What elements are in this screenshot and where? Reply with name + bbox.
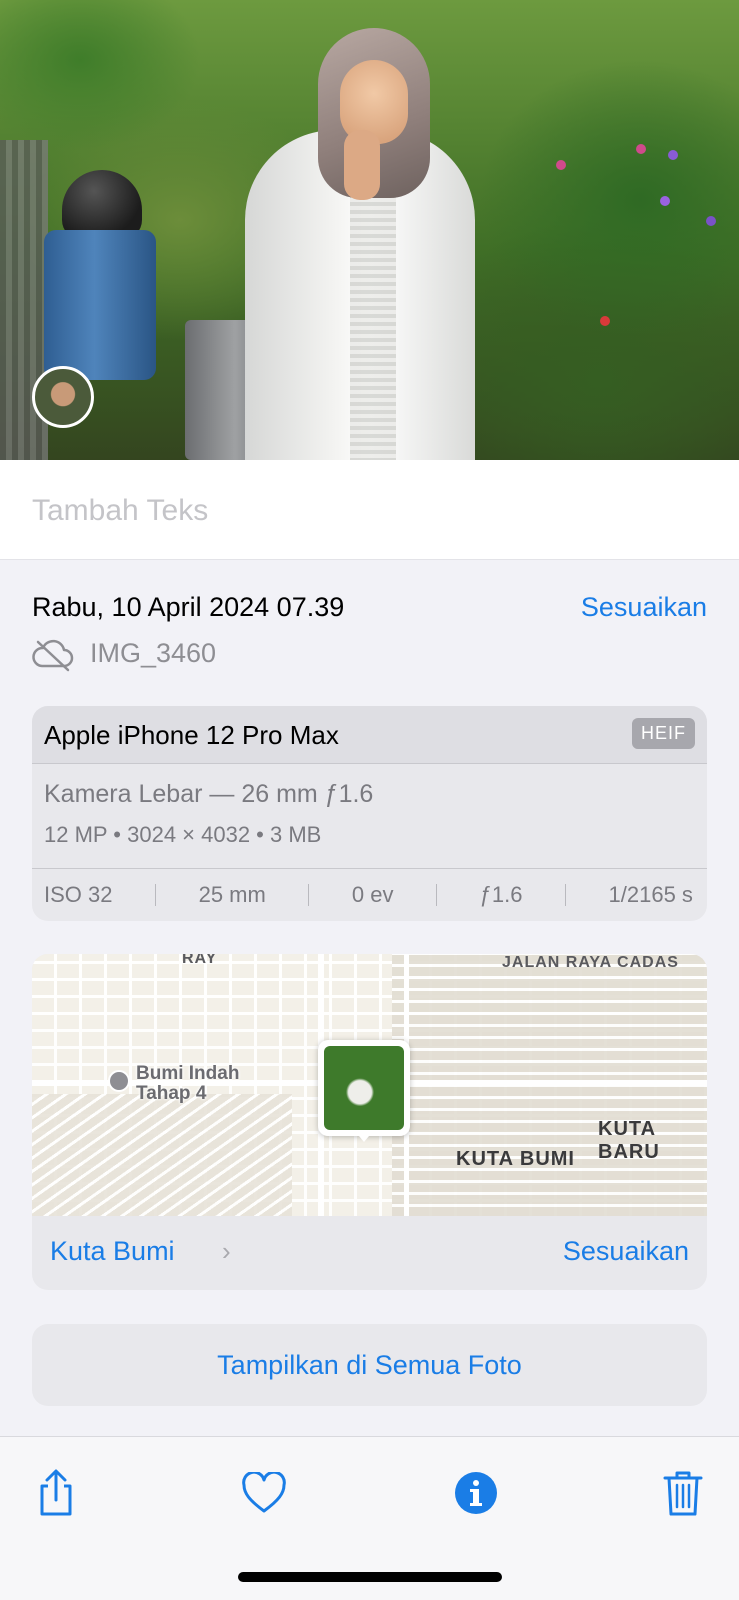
exif-iso: ISO 32 bbox=[44, 882, 113, 907]
exif-focal-length: 25 mm bbox=[198, 882, 266, 907]
photo-flower bbox=[668, 150, 678, 160]
detected-face-avatar[interactable] bbox=[32, 366, 94, 428]
delete-button[interactable] bbox=[655, 1465, 711, 1521]
camera-device: Apple iPhone 12 Pro Max bbox=[44, 720, 339, 750]
exif-divider bbox=[436, 884, 438, 906]
photo-preview[interactable] bbox=[0, 0, 739, 460]
map-streets-diagonal bbox=[32, 1094, 292, 1216]
caption-field[interactable]: Tambah Teks bbox=[0, 460, 739, 560]
exif-aperture: ƒ1.6 bbox=[479, 882, 523, 907]
camera-card-header: Apple iPhone 12 Pro Max HEIF bbox=[32, 706, 707, 764]
format-badge: HEIF bbox=[631, 718, 695, 749]
exif-divider bbox=[308, 884, 310, 906]
share-button[interactable] bbox=[28, 1465, 84, 1521]
adjust-date-button[interactable]: Sesuaikan bbox=[581, 592, 707, 623]
photo-datetime: Rabu, 10 April 2024 07.39 bbox=[32, 592, 345, 622]
photo-flower bbox=[636, 144, 646, 154]
camera-info-card: Apple iPhone 12 Pro Max HEIF Kamera Leba… bbox=[32, 706, 707, 921]
photo-filename: IMG_3460 bbox=[90, 638, 217, 668]
share-icon bbox=[40, 1469, 72, 1516]
exif-exposure-value: 0 ev bbox=[351, 882, 394, 907]
image-specs: 12 MP • 3024 × 4032 • 3 MB bbox=[44, 822, 322, 847]
location-row: Kuta Bumi › Sesuaikan bbox=[32, 1216, 707, 1290]
adjust-location-button[interactable]: Sesuaikan bbox=[563, 1236, 689, 1267]
exif-row: ISO 32 25 mm 0 ev ƒ1.6 1/2165 s bbox=[32, 868, 707, 921]
cloud-slash-icon bbox=[32, 639, 74, 672]
photo-flower bbox=[556, 160, 566, 170]
exif-divider bbox=[564, 884, 566, 906]
lens-info: Kamera Lebar — 26 mm ƒ1.6 bbox=[44, 780, 374, 808]
pin-tail bbox=[354, 1130, 374, 1142]
info-button[interactable] bbox=[448, 1465, 504, 1521]
photo-barrel bbox=[44, 230, 156, 380]
location-map[interactable]: RAY JALAN RAYA CADAS Bumi Indah Tahap 4 … bbox=[32, 954, 707, 1216]
map-poi-label: Bumi Indah Tahap 4 bbox=[136, 1063, 240, 1104]
map-district-label: KUTA BARU bbox=[598, 1118, 660, 1163]
photo-flower bbox=[706, 216, 716, 226]
caption-placeholder: Tambah Teks bbox=[32, 494, 209, 527]
map-poi-icon bbox=[108, 1070, 130, 1092]
photo-person-face bbox=[340, 60, 408, 144]
info-icon bbox=[455, 1472, 497, 1514]
pin-photo-thumbnail bbox=[324, 1046, 404, 1130]
photo-person-lace bbox=[350, 190, 396, 460]
photo-person-hands bbox=[344, 130, 380, 200]
exif-divider bbox=[155, 884, 157, 906]
show-in-all-photos-button[interactable]: Tampilkan di Semua Foto bbox=[32, 1324, 707, 1406]
favorite-button[interactable] bbox=[236, 1465, 292, 1521]
trash-icon bbox=[663, 1471, 703, 1516]
map-district-label: KUTA BUMI bbox=[456, 1148, 575, 1170]
photo-location-pin[interactable] bbox=[318, 1040, 410, 1142]
exif-shutter-speed: 1/2165 s bbox=[608, 882, 693, 907]
chevron-right-icon: › bbox=[222, 1236, 231, 1266]
location-card: RAY JALAN RAYA CADAS Bumi Indah Tahap 4 … bbox=[32, 954, 707, 1290]
home-indicator[interactable] bbox=[238, 1572, 502, 1582]
photo-flower bbox=[600, 316, 610, 326]
map-road-label: RAY bbox=[182, 954, 218, 967]
heart-icon bbox=[242, 1472, 286, 1513]
location-name-link[interactable]: Kuta Bumi bbox=[50, 1236, 175, 1267]
photo-flower bbox=[660, 196, 670, 206]
map-road-label: JALAN RAYA CADAS bbox=[502, 954, 679, 971]
